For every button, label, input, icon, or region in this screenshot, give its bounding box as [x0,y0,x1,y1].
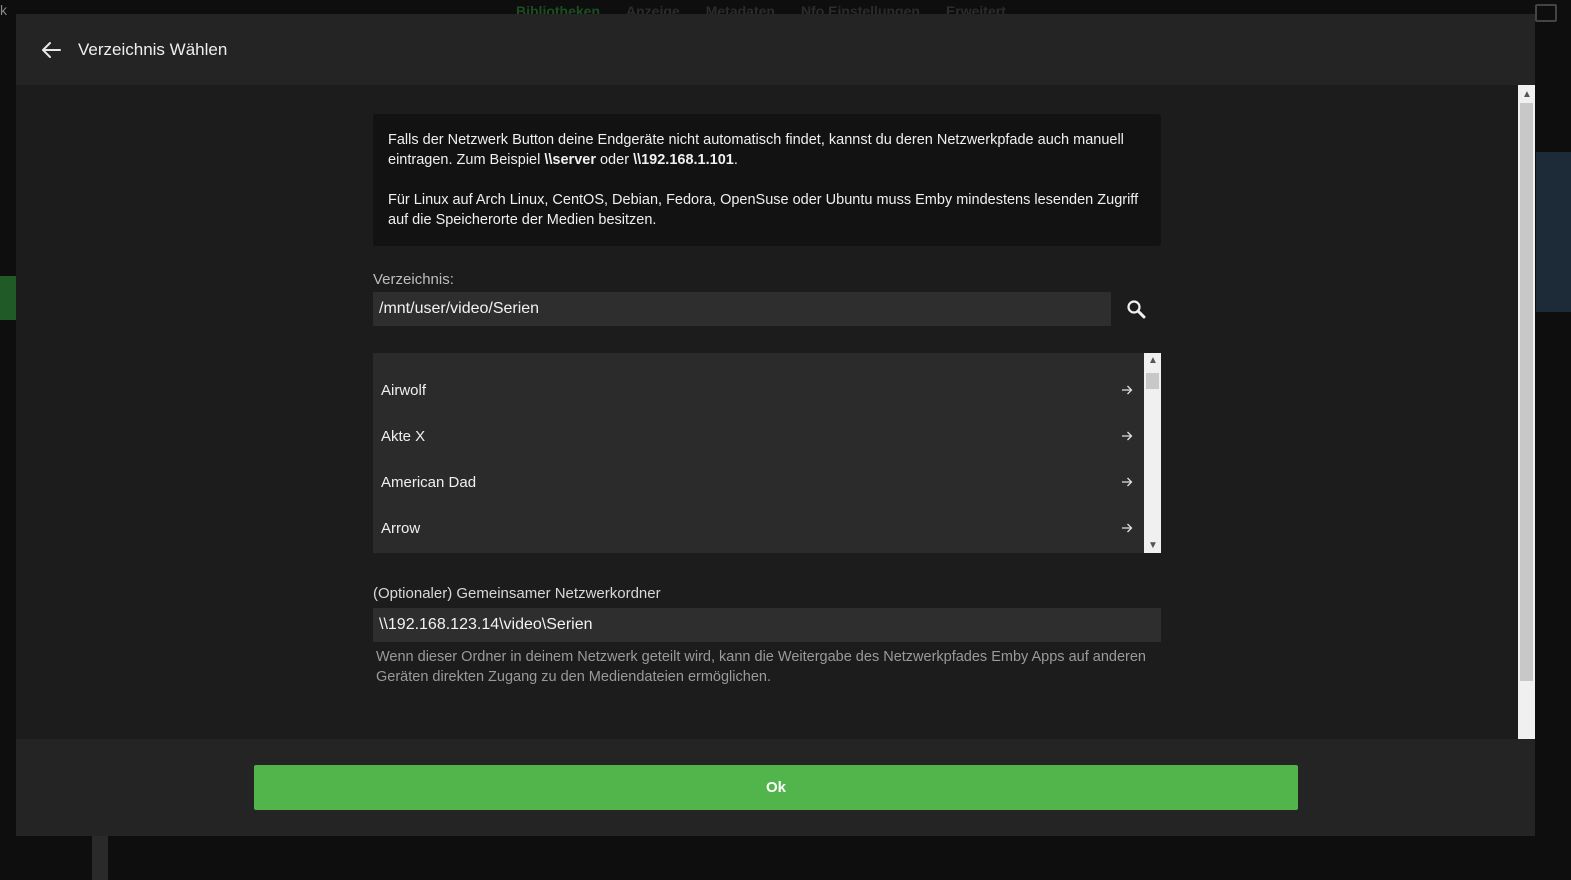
folder-list[interactable]: Airwolf Akte X American Dad Arrow ▲ ▼ [373,353,1161,553]
arrow-left-icon [42,41,61,58]
scroll-up-icon[interactable]: ▲ [1522,89,1532,100]
scrollbar-thumb[interactable] [1520,103,1533,681]
directory-row [373,292,1161,326]
dialog-header: Verzeichnis Wählen [16,14,1535,85]
folder-item-akte-x[interactable]: Akte X [373,413,1143,459]
arrow-right-icon [1119,382,1135,398]
directory-input[interactable] [373,292,1111,326]
dialog-content: Falls der Netzwerk Button deine Endgerät… [373,114,1161,687]
dialog-body[interactable]: Falls der Netzwerk Button deine Endgerät… [16,85,1535,739]
arrow-right-icon [1119,520,1135,536]
info-paragraph-linux: Für Linux auf Arch Linux, CentOS, Debian… [388,192,1139,228]
cast-icon [1535,4,1557,22]
folder-name: Arrow [381,519,421,537]
arrow-right-icon [1119,428,1135,444]
folder-item-american-dad[interactable]: American Dad [373,459,1143,505]
info-paragraph-network: Falls der Netzwerk Button deine Endgerät… [388,132,1124,168]
background-sidebar-highlight [0,276,16,320]
background-text: k [0,2,7,18]
background-scrollbar [92,836,108,880]
dialog-footer: Ok [16,739,1535,836]
ok-button[interactable]: Ok [254,765,1298,810]
search-button[interactable] [1111,292,1161,326]
directory-picker-dialog: Verzeichnis Wählen Falls der Netzwerk Bu… [16,14,1535,836]
folder-name: Airwolf [381,381,427,399]
network-share-help: Wenn dieser Ordner in deinem Netzwerk ge… [376,649,1146,685]
scroll-up-icon[interactable]: ▲ [1148,355,1158,366]
background-thumbnail [1536,152,1571,312]
scroll-down-icon[interactable]: ▼ [1148,540,1158,551]
folder-item-airwolf[interactable]: Airwolf [373,367,1143,413]
search-icon [1127,300,1146,319]
back-button[interactable] [36,35,66,65]
scrollbar-thumb[interactable] [1146,373,1159,389]
folder-item-arrow[interactable]: Arrow [373,505,1143,551]
dialog-scrollbar[interactable]: ▲ [1518,85,1535,739]
example-server: \\server [544,152,596,168]
folder-name: Akte X [381,427,426,445]
directory-label: Verzeichnis: [373,271,454,288]
network-share-input[interactable] [373,608,1161,642]
arrow-right-icon [1119,474,1135,490]
example-ip: \\192.168.1.101 [633,152,734,168]
dialog-title: Verzeichnis Wählen [78,39,228,59]
network-share-label: (Optionaler) Gemeinsamer Netzwerkordner [373,585,661,602]
folder-name: American Dad [381,473,477,491]
info-box: Falls der Netzwerk Button deine Endgerät… [373,114,1161,246]
folder-list-scrollbar[interactable]: ▲ ▼ [1144,353,1161,553]
folder-items: Airwolf Akte X American Dad Arrow [373,367,1143,551]
